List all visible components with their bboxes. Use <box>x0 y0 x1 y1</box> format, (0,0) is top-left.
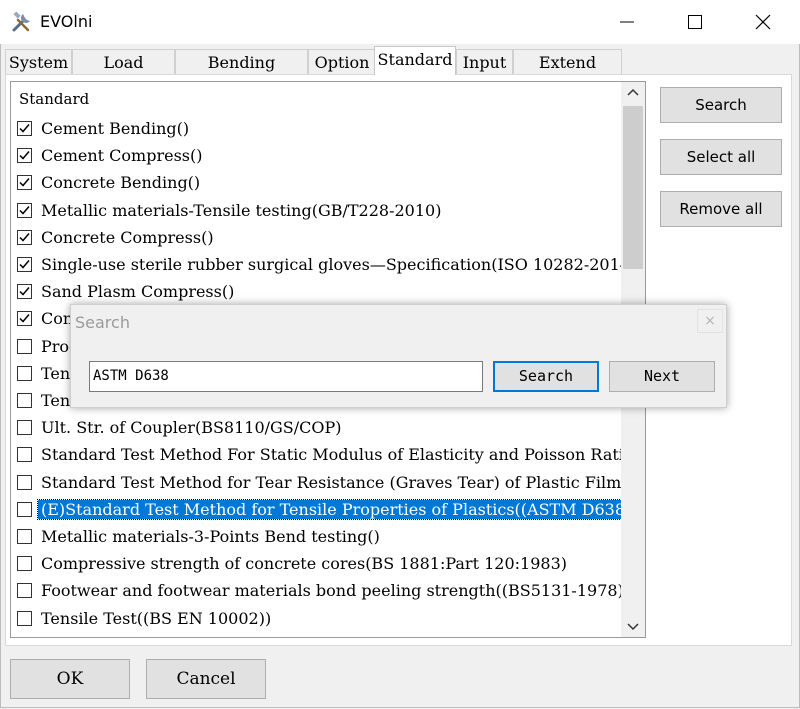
item-checkbox[interactable] <box>17 257 32 272</box>
minimize-button[interactable] <box>604 0 650 44</box>
item-checkbox[interactable] <box>17 501 32 517</box>
item-checkbox[interactable] <box>17 175 32 191</box>
tab-bending-sensors[interactable]: Bending Sensors <box>175 49 308 97</box>
item-checkbox[interactable] <box>17 365 32 381</box>
checkmark-icon <box>19 205 30 215</box>
tab-load-sensor[interactable]: Load Sensor <box>72 49 175 97</box>
chevron-up-icon <box>627 88 639 96</box>
item-checkbox[interactable] <box>17 121 32 136</box>
item-checkbox[interactable] <box>17 393 32 408</box>
item-label: Cement Bending() <box>41 119 190 138</box>
list-item[interactable]: Concrete Compress() <box>11 225 623 252</box>
search-button[interactable]: Search <box>660 87 782 123</box>
scroll-thumb[interactable] <box>623 106 643 269</box>
list-item[interactable]: Compressive strength of concrete cores(B… <box>11 551 623 578</box>
minimize-icon <box>620 21 634 23</box>
item-label: Footwear and footwear materials bond pee… <box>41 581 631 601</box>
list-item[interactable]: Cement Bending() <box>11 116 623 143</box>
tab-extend-param[interactable]: Extend param <box>513 49 622 97</box>
list-item[interactable]: Single-use sterile rubber surgical glove… <box>11 252 636 279</box>
tab-system[interactable]: System <box>5 49 72 74</box>
maximize-icon <box>688 15 702 29</box>
search-dialog: Search × ASTM D638 Search Next <box>70 304 727 408</box>
ok-button[interactable]: OK <box>10 659 130 699</box>
item-label: Metallic materials-Tensile testing(GB/T2… <box>41 200 442 220</box>
search-input[interactable]: ASTM D638 <box>89 361 483 392</box>
item-label: (E)Standard Test Method for Tensile Prop… <box>37 498 642 520</box>
item-label: Compressive strength of concrete cores(B… <box>41 554 567 574</box>
search-dialog-title: Search <box>75 313 130 332</box>
list-item[interactable]: Metallic materials-Tensile testing(GB/T2… <box>11 198 623 225</box>
tab-input[interactable]: Input <box>456 49 513 74</box>
item-checkbox[interactable] <box>17 529 32 544</box>
item-checkbox[interactable] <box>17 556 32 572</box>
item-checkbox[interactable] <box>17 610 32 626</box>
item-checkbox[interactable] <box>17 338 32 354</box>
item-checkbox[interactable] <box>17 583 32 599</box>
item-checkbox[interactable] <box>17 284 32 300</box>
dialog-search-button[interactable]: Search <box>493 361 599 392</box>
maximize-button[interactable] <box>672 0 718 44</box>
tab-standard[interactable]: Standard <box>374 46 456 75</box>
item-checkbox[interactable] <box>17 202 32 218</box>
item-label: Concrete Compress() <box>41 227 214 247</box>
item-label: Cement Compress() <box>41 146 203 166</box>
item-checkbox[interactable] <box>17 447 32 463</box>
item-checkbox[interactable] <box>17 474 32 490</box>
list-item[interactable]: Standard Test Method For Static Modulus … <box>11 442 645 469</box>
select-all-button[interactable]: Select all <box>660 139 782 175</box>
cancel-button[interactable]: Cancel <box>146 659 266 699</box>
item-label: Standard Test Method for Tear Resistance… <box>41 472 646 492</box>
list-item[interactable]: Sand Plasm Compress() <box>11 279 623 306</box>
title-bar: EVOlni <box>0 0 800 44</box>
checkmark-icon <box>19 178 30 187</box>
tab-option[interactable]: Option <box>308 49 376 74</box>
scroll-down-button[interactable] <box>621 615 645 637</box>
item-checkbox[interactable] <box>17 229 32 245</box>
item-checkbox[interactable] <box>17 311 32 327</box>
item-label: Tensile Test((BS EN 10002)) <box>41 608 272 628</box>
chevron-down-icon <box>627 623 639 631</box>
checkmark-icon <box>19 232 30 242</box>
item-label: Metallic materials-3-Points Bend testing… <box>41 527 380 546</box>
item-checkbox[interactable] <box>17 420 32 436</box>
item-label: Sand Plasm Compress() <box>41 282 235 302</box>
list-item[interactable]: Cement Compress() <box>11 143 623 170</box>
close-icon <box>755 14 771 30</box>
scroll-up-button[interactable] <box>621 82 645 104</box>
close-window-button[interactable] <box>740 0 786 44</box>
list-item[interactable]: Concrete Bending() <box>11 170 623 197</box>
tools-app-icon <box>10 10 34 34</box>
search-dialog-close-button[interactable]: × <box>697 309 723 333</box>
list-item[interactable]: Footwear and footwear materials bond pee… <box>11 578 630 605</box>
list-header: Standard <box>19 90 90 108</box>
list-item[interactable]: Tensile Test((BS EN 10002)) <box>11 606 623 633</box>
checkmark-icon <box>19 287 30 296</box>
checkmark-icon <box>19 260 30 269</box>
list-item[interactable]: (E)Standard Test Method for Tensile Prop… <box>11 497 642 524</box>
checkmark-icon <box>19 124 30 133</box>
item-label: Standard Test Method For Static Modulus … <box>41 445 646 465</box>
item-label: Concrete Bending() <box>41 173 201 193</box>
item-label: Ult. Str. of Coupler(BS8110/GS/COP) <box>41 418 342 438</box>
item-label: Single-use sterile rubber surgical glove… <box>41 255 637 274</box>
checkmark-icon <box>19 151 30 160</box>
list-item[interactable]: Metallic materials-3-Points Bend testing… <box>11 524 623 551</box>
window-title: EVOlni <box>40 12 93 31</box>
list-item[interactable]: Ult. Str. of Coupler(BS8110/GS/COP) <box>11 415 623 442</box>
list-item[interactable]: Standard Test Method for Tear Resistance… <box>11 470 645 497</box>
checkmark-icon <box>19 314 30 323</box>
remove-all-button[interactable]: Remove all <box>660 191 782 227</box>
item-checkbox[interactable] <box>17 148 32 164</box>
dialog-next-button[interactable]: Next <box>609 361 715 392</box>
item-label: Con <box>41 309 74 329</box>
